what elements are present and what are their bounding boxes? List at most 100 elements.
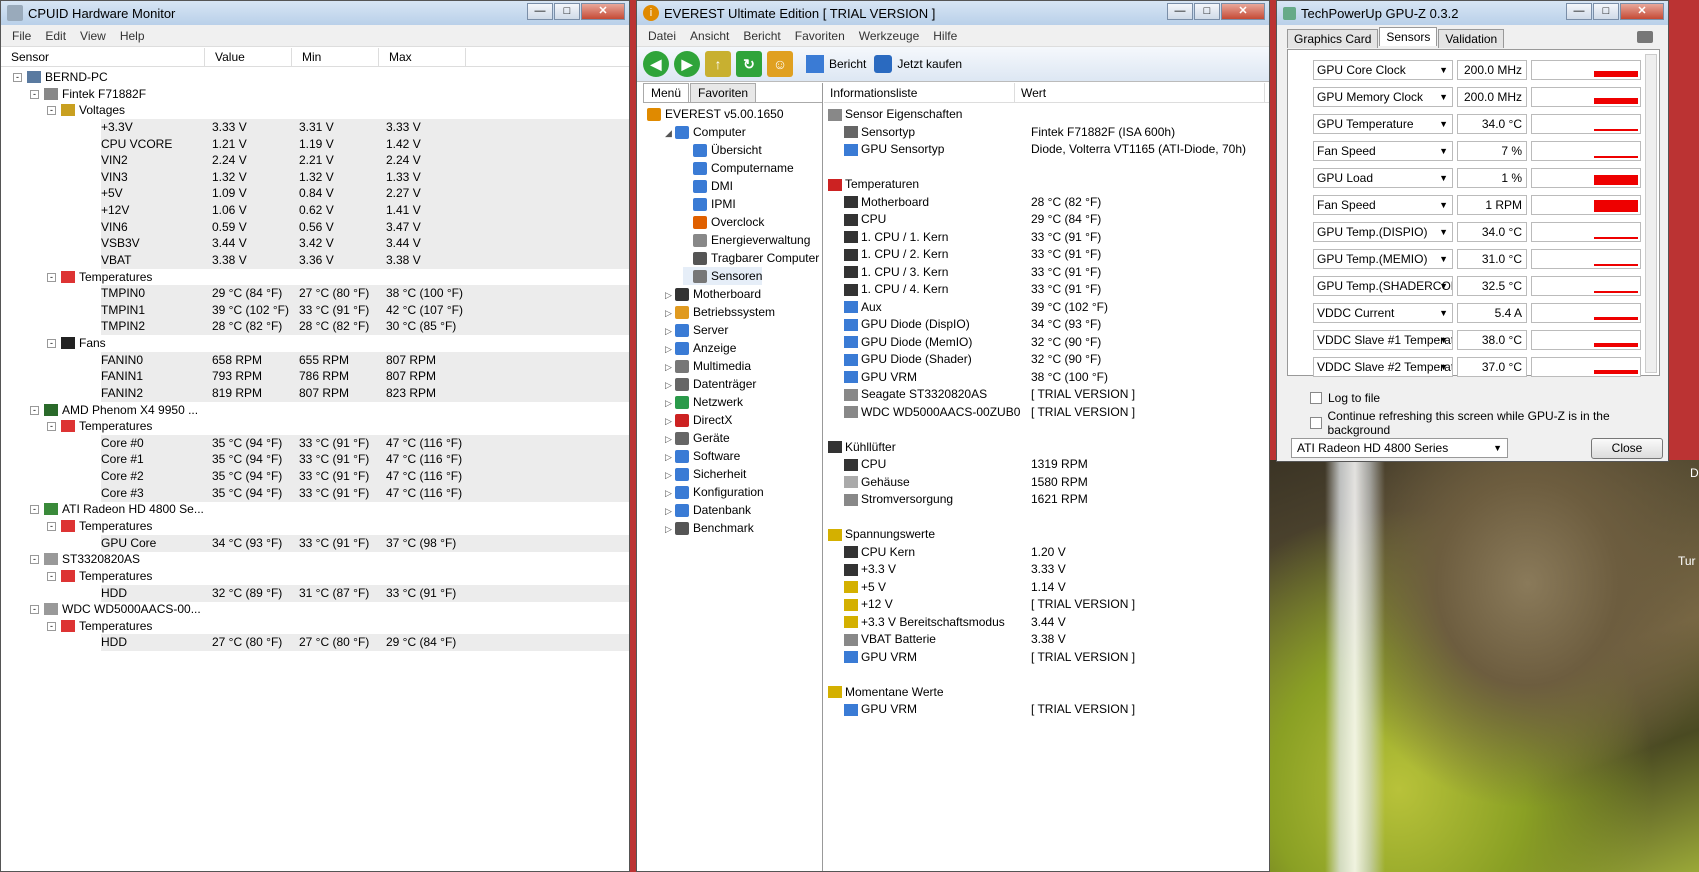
sensor-row[interactable]: +3.3V 3.33 V 3.31 V 3.33 V	[101, 118, 629, 136]
sensor-row[interactable]: CPU VCORE 1.21 V 1.19 V 1.42 V	[101, 135, 629, 153]
sensor-row[interactable]: HDD 32 °C (89 °F) 31 °C (87 °F) 33 °C (91 °…	[101, 584, 629, 602]
nav-item[interactable]: ▷ Anzeige	[665, 339, 736, 357]
info-row[interactable]: Stromversorgung 1621 RPM	[824, 490, 1269, 508]
sensor-row[interactable]: GPU Core 34 °C (93 °F) 33 °C (91 °F) 37 °C …	[101, 534, 629, 552]
expand-icon[interactable]: ▷	[665, 394, 675, 412]
sensor-row[interactable]: Core #3 35 °C (94 °F) 33 °C (91 °F) 47 °C (…	[101, 484, 629, 502]
nav-item[interactable]: ▷ Betriebssystem	[665, 303, 775, 321]
info-row[interactable]: GPU Diode (Shader) 32 °C (90 °F)	[824, 350, 1269, 368]
tree-node[interactable]: - AMD Phenom X4 9950 ...	[1, 402, 629, 419]
nav-item[interactable]: ◢ Computer	[665, 123, 746, 141]
nav-item[interactable]: ▷ Konfiguration	[665, 483, 764, 501]
tree-node[interactable]: - WDC WD5000AACS-00...	[1, 601, 629, 618]
info-row[interactable]: WDC WD5000AACS-00ZUB0 [ TRIAL VERSION ]	[824, 403, 1269, 421]
nav-item[interactable]: IPMI	[683, 195, 736, 213]
expand-icon[interactable]: ▷	[665, 412, 675, 430]
collapse-icon[interactable]: -	[13, 73, 22, 82]
menu-item-edit[interactable]: Edit	[38, 29, 73, 43]
info-row[interactable]: 1. CPU / 3. Kern 33 °C (91 °F)	[824, 263, 1269, 281]
sensor-name-dropdown[interactable]: Fan Speed ▼	[1313, 195, 1453, 215]
tree-node[interactable]: - ST3320820AS	[1, 551, 629, 568]
info-row[interactable]: Motherboard 28 °C (82 °F)	[824, 193, 1269, 211]
camera-icon[interactable]	[1637, 31, 1653, 43]
nav-item[interactable]: Overclock	[683, 213, 764, 231]
sensor-row[interactable]: TMPIN2 28 °C (82 °F) 28 °C (82 °F) 30 °C (8…	[101, 318, 629, 336]
refresh-icon[interactable]: ↻	[736, 51, 762, 77]
nav-item[interactable]: Übersicht	[683, 141, 762, 159]
sensor-row[interactable]: HDD 27 °C (80 °F) 27 °C (80 °F) 29 °C (84 °…	[101, 634, 629, 652]
nav-item[interactable]: Tragbarer Computer	[683, 249, 819, 267]
desktop-icon-label[interactable]: D	[1690, 466, 1699, 480]
sensor-row[interactable]: FANIN0 658 RPM 655 RPM 807 RPM	[101, 351, 629, 369]
col-min[interactable]: Min	[292, 48, 379, 66]
sensor-row[interactable]: TMPIN0 29 °C (84 °F) 27 °C (80 °F) 38 °C (1…	[101, 285, 629, 303]
checkbox-box[interactable]	[1310, 417, 1322, 429]
sensor-row[interactable]: +12V 1.06 V 0.62 V 1.41 V	[101, 202, 629, 220]
nav-item[interactable]: Energieverwaltung	[683, 231, 810, 249]
collapse-icon[interactable]: -	[30, 405, 39, 415]
info-row[interactable]: Gehäuse 1580 RPM	[824, 473, 1269, 491]
section-header[interactable]: Sensor Eigenschaften	[824, 105, 1269, 123]
sensor-row[interactable]: +5V 1.09 V 0.84 V 2.27 V	[101, 185, 629, 203]
collapse-icon[interactable]: -	[47, 621, 56, 631]
info-row[interactable]: Seagate ST3320820AS [ TRIAL VERSION ]	[824, 385, 1269, 403]
info-row[interactable]: GPU VRM 38 °C (100 °F)	[824, 368, 1269, 386]
refresh-checkbox[interactable]: Continue refreshing this screen while GP…	[1310, 409, 1659, 437]
info-row[interactable]: +5 V 1.14 V	[824, 578, 1269, 596]
collapse-icon[interactable]: -	[47, 272, 56, 282]
nav-item[interactable]: ▷ Datenträger	[665, 375, 756, 393]
menu-item-view[interactable]: View	[73, 29, 113, 43]
close-button[interactable]: ✕	[581, 3, 625, 20]
everest-titlebar[interactable]: i EVEREST Ultimate Edition [ TRIAL VERSI…	[637, 1, 1269, 25]
desktop-icon-label[interactable]: Tur	[1678, 554, 1696, 568]
sensor-row[interactable]: FANIN1 793 RPM 786 RPM 807 RPM	[101, 368, 629, 386]
section-header[interactable]: Kühllüfter	[824, 438, 1269, 456]
collapse-icon[interactable]: -	[47, 522, 56, 531]
expand-icon[interactable]: ▷	[665, 322, 675, 340]
sensor-name-dropdown[interactable]: GPU Temp.(SHADERCORE)▼	[1313, 276, 1453, 296]
section-header[interactable]: Spannungswerte	[824, 525, 1269, 543]
tab-graphics-card[interactable]: Graphics Card	[1287, 29, 1379, 48]
sensor-name-dropdown[interactable]: GPU Temperature ▼	[1313, 114, 1453, 134]
menu-item-file[interactable]: File	[5, 29, 38, 43]
nav-item[interactable]: ▷ Server	[665, 321, 728, 339]
nav-item[interactable]: DMI	[683, 177, 733, 195]
sensor-row[interactable]: TMPIN1 39 °C (102 °F) 33 °C (91 °F) 42 °C (…	[101, 301, 629, 319]
section-header[interactable]: Temperaturen	[824, 175, 1269, 193]
tree-node[interactable]: - Fintek F71882F	[1, 86, 629, 103]
sensor-row[interactable]: VSB3V 3.44 V 3.42 V 3.44 V	[101, 235, 629, 253]
info-row[interactable]: +12 V [ TRIAL VERSION ]	[824, 595, 1269, 613]
info-row[interactable]: GPU Diode (DispIO) 34 °C (93 °F)	[824, 315, 1269, 333]
sensor-name-dropdown[interactable]: GPU Memory Clock ▼	[1313, 87, 1453, 107]
info-row[interactable]: Aux 39 °C (102 °F)	[824, 298, 1269, 316]
buy-button[interactable]: Jetzt kaufen	[874, 55, 962, 73]
menu-item-favoriten[interactable]: Favoriten	[788, 29, 852, 43]
nav-item[interactable]: Computername	[683, 159, 794, 177]
report-button[interactable]: Bericht	[806, 55, 866, 73]
info-row[interactable]: CPU 1319 RPM	[824, 455, 1269, 473]
sensor-row[interactable]: FANIN2 819 RPM 807 RPM 823 RPM	[101, 384, 629, 402]
sensor-name-dropdown[interactable]: GPU Temp.(DISPIO) ▼	[1313, 222, 1453, 242]
sensor-row[interactable]: VIN6 0.59 V 0.56 V 3.47 V	[101, 218, 629, 236]
info-row[interactable]: Sensortyp Fintek F71882F (ISA 600h)	[824, 123, 1269, 141]
minimize-button[interactable]: —	[1167, 3, 1193, 20]
expand-icon[interactable]: ▷	[665, 520, 675, 538]
cpuid-titlebar[interactable]: CPUID Hardware Monitor — □ ✕	[1, 1, 629, 25]
collapse-icon[interactable]: -	[30, 605, 39, 615]
forward-icon[interactable]: ▶	[674, 51, 700, 77]
nav-item[interactable]: ▷ Software	[665, 447, 740, 465]
checkbox-box[interactable]	[1310, 392, 1322, 404]
sensor-row[interactable]: Core #0 35 °C (94 °F) 33 °C (91 °F) 47 °C (…	[101, 434, 629, 452]
tree-node[interactable]: - Temperatures	[1, 568, 629, 585]
sensor-row[interactable]: VBAT 3.38 V 3.36 V 3.38 V	[101, 251, 629, 269]
info-row[interactable]: +3.3 V Bereitschaftsmodus 3.44 V	[824, 613, 1269, 631]
collapse-icon[interactable]: -	[30, 505, 39, 515]
info-row[interactable]: GPU VRM [ TRIAL VERSION ]	[824, 700, 1269, 718]
expand-icon[interactable]: ▷	[665, 502, 675, 520]
section-header[interactable]: Momentane Werte	[824, 683, 1269, 701]
expand-icon[interactable]: ▷	[665, 286, 675, 304]
nav-item[interactable]: ▷ Motherboard	[665, 285, 761, 303]
tab-validation[interactable]: Validation	[1438, 29, 1505, 48]
scrollbar[interactable]	[1645, 54, 1657, 373]
sensor-name-dropdown[interactable]: GPU Temp.(MEMIO) ▼	[1313, 249, 1453, 269]
